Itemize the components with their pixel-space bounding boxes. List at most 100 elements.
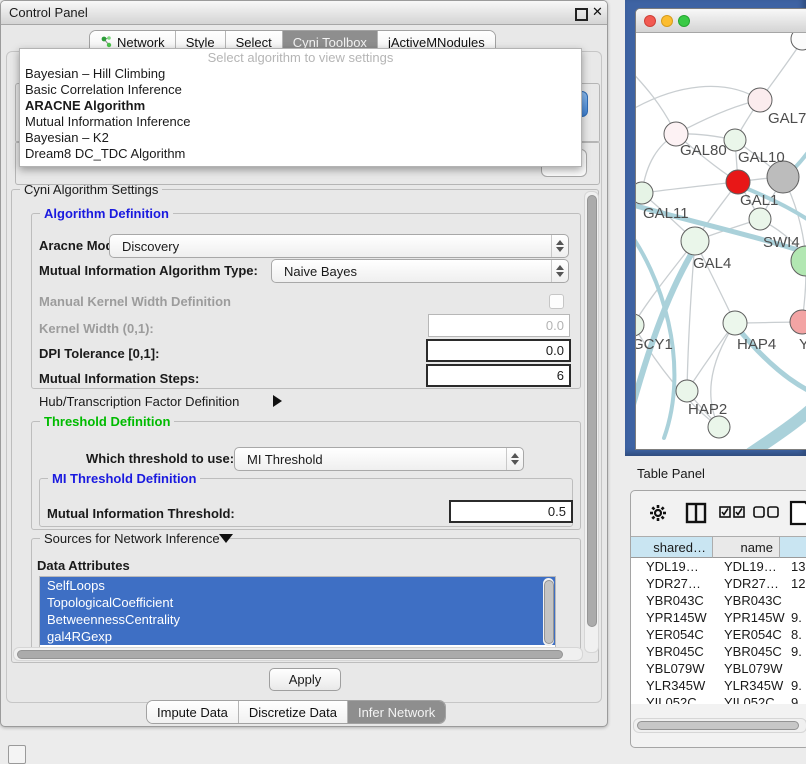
network-node-label: GAL4 bbox=[693, 255, 731, 272]
column-header[interactable] bbox=[780, 536, 806, 558]
table-row[interactable]: YER054CYER054C8. bbox=[631, 626, 806, 643]
settings-horizontal-scrollbar[interactable] bbox=[13, 647, 583, 661]
network-node-hap4[interactable] bbox=[723, 311, 747, 335]
table-row[interactable]: YBR043CYBR043C bbox=[631, 592, 806, 609]
algorithm-popup-placeholder: Select algorithm to view settings bbox=[20, 49, 581, 66]
attribute-list[interactable]: SelfLoopsTopologicalCoefficientBetweenne… bbox=[39, 576, 556, 649]
algorithm-option[interactable]: Basic Correlation Inference bbox=[20, 82, 581, 98]
mi-threshold-field[interactable]: 0.5 bbox=[449, 500, 573, 523]
hub-expand-icon[interactable] bbox=[273, 395, 282, 407]
dock-panel-icon[interactable] bbox=[8, 745, 26, 764]
control-panel-titlebar[interactable]: Control Panel ✕ bbox=[1, 1, 607, 25]
stepper-icon bbox=[551, 235, 568, 257]
table-header-row: shared…name bbox=[631, 536, 806, 558]
float-icon[interactable] bbox=[575, 8, 588, 21]
sources-collapse-icon[interactable] bbox=[219, 534, 233, 543]
mi-steps-label: Mutual Information Steps: bbox=[39, 371, 199, 386]
attribute-list-scrollbar[interactable] bbox=[543, 578, 554, 646]
zoom-traffic-icon[interactable] bbox=[678, 15, 690, 27]
settings-vertical-scrollbar[interactable] bbox=[584, 191, 599, 653]
network-node[interactable] bbox=[791, 33, 806, 50]
algorithm-option[interactable]: Mutual Information Inference bbox=[20, 114, 581, 130]
column-header[interactable]: shared… bbox=[631, 536, 713, 558]
kernel-width-field[interactable]: 0.0 bbox=[428, 314, 570, 337]
table-cell: YLR345W bbox=[724, 678, 786, 693]
network-node-hap2[interactable] bbox=[676, 380, 698, 402]
tab-infer-network[interactable]: Infer Network bbox=[348, 701, 445, 723]
algorithm-definition-title: Algorithm Definition bbox=[40, 206, 173, 221]
network-node-gal11[interactable] bbox=[636, 182, 653, 204]
manual-kernel-checkbox[interactable] bbox=[549, 294, 564, 309]
tab-discretize-data[interactable]: Discretize Data bbox=[239, 701, 348, 723]
network-node-gal4[interactable] bbox=[681, 227, 709, 255]
algorithm-popup-list: Bayesian – Hill ClimbingBasic Correlatio… bbox=[20, 66, 581, 162]
split-columns-icon[interactable] bbox=[685, 502, 707, 524]
table-row[interactable]: YPR145WYPR145W9. bbox=[631, 609, 806, 626]
close-icon[interactable]: ✕ bbox=[592, 4, 603, 20]
checked-pair-icon[interactable] bbox=[719, 506, 745, 518]
network-titlebar[interactable] bbox=[636, 9, 806, 33]
network-node-gal7[interactable] bbox=[748, 88, 772, 112]
table-cell: YBL079W bbox=[646, 661, 716, 676]
column-header[interactable]: name bbox=[713, 536, 780, 558]
mi-steps-field[interactable]: 6 bbox=[426, 364, 571, 387]
network-node-label: GAL10 bbox=[738, 149, 785, 166]
table-cell: YBR043C bbox=[646, 593, 716, 608]
tab-impute-data[interactable]: Impute Data bbox=[147, 701, 239, 723]
unchecked-pair-icon[interactable] bbox=[753, 506, 779, 518]
table-cell: 9. bbox=[791, 678, 806, 693]
bottom-tab-bar: Impute DataDiscretize DataInfer Network bbox=[146, 700, 446, 724]
network-edge[interactable] bbox=[676, 100, 760, 134]
network-node[interactable] bbox=[708, 416, 730, 438]
network-node-label: GAL1 bbox=[740, 192, 778, 209]
table-cell: YER054C bbox=[724, 627, 786, 642]
network-node-label: GAL11 bbox=[643, 205, 689, 222]
table-row[interactable]: YBL079WYBL079W bbox=[631, 660, 806, 677]
data-attributes-label: Data Attributes bbox=[37, 558, 130, 573]
document-icon[interactable] bbox=[789, 500, 806, 526]
hub-section-label[interactable]: Hub/Transcription Factor Definition bbox=[39, 394, 239, 409]
table-row[interactable]: YIL052CYIL052C9. bbox=[631, 694, 806, 704]
network-edge[interactable] bbox=[751, 401, 806, 449]
network-node-gal10[interactable] bbox=[724, 129, 746, 151]
attribute-item[interactable]: SelfLoops bbox=[40, 577, 555, 594]
which-threshold-combo[interactable]: MI Threshold bbox=[234, 447, 524, 471]
network-node[interactable] bbox=[726, 170, 750, 194]
table-cell: 9. bbox=[791, 610, 806, 625]
network-node-gcy1[interactable] bbox=[636, 314, 644, 336]
minimize-traffic-icon[interactable] bbox=[661, 15, 673, 27]
gear-icon[interactable] bbox=[649, 504, 667, 522]
algorithm-option[interactable]: Bayesian – K2 bbox=[20, 130, 581, 146]
network-edge[interactable] bbox=[642, 182, 738, 193]
table-cell: YIL052C bbox=[724, 695, 786, 704]
table-row[interactable]: YDR27…YDR27…12 bbox=[631, 575, 806, 592]
algorithm-option[interactable]: ARACNE Algorithm bbox=[20, 98, 581, 114]
which-threshold-value: MI Threshold bbox=[235, 452, 506, 467]
aracne-mode-combo[interactable]: Discovery bbox=[109, 234, 569, 258]
table-cell: 9. bbox=[791, 695, 806, 704]
table-panel-title: Table Panel bbox=[637, 466, 705, 481]
screen: { "colors": { "selection_blue": "#3e6fc4… bbox=[0, 0, 806, 762]
attribute-item[interactable]: BetweennessCentrality bbox=[40, 611, 555, 628]
table-horizontal-scrollbar[interactable] bbox=[633, 718, 806, 733]
close-traffic-icon[interactable] bbox=[644, 15, 656, 27]
network-canvas[interactable]: GAL7GAL80GAL10GAL1GAL11GAL4SWI4GCY1HAP4Y… bbox=[636, 33, 806, 449]
table-cell: YPR145W bbox=[724, 610, 786, 625]
network-node-gal1[interactable] bbox=[749, 208, 771, 230]
table-toolbar bbox=[631, 491, 806, 536]
table-row[interactable]: YDL19…YDL19…13 bbox=[631, 558, 806, 575]
attribute-item[interactable]: TopologicalCoefficient bbox=[40, 594, 555, 611]
attribute-item[interactable]: gal4RGexp bbox=[40, 628, 555, 645]
algorithm-option[interactable]: Bayesian – Hill Climbing bbox=[20, 66, 581, 82]
apply-button[interactable]: Apply bbox=[269, 668, 341, 691]
table-row[interactable]: YBR045CYBR045C9. bbox=[631, 643, 806, 660]
dpi-tolerance-field[interactable]: 0.0 bbox=[426, 339, 571, 362]
which-threshold-label: Which threshold to use: bbox=[86, 451, 234, 466]
algorithm-option[interactable]: Dream8 DC_TDC Algorithm bbox=[20, 146, 581, 162]
table-cell: YDL19… bbox=[646, 559, 716, 574]
manual-kernel-label: Manual Kernel Width Definition bbox=[39, 294, 231, 309]
table-cell: YDR27… bbox=[724, 576, 786, 591]
network-node-ym[interactable] bbox=[790, 310, 806, 334]
table-row[interactable]: YLR345WYLR345W9. bbox=[631, 677, 806, 694]
mi-type-combo[interactable]: Naive Bayes bbox=[271, 259, 569, 283]
